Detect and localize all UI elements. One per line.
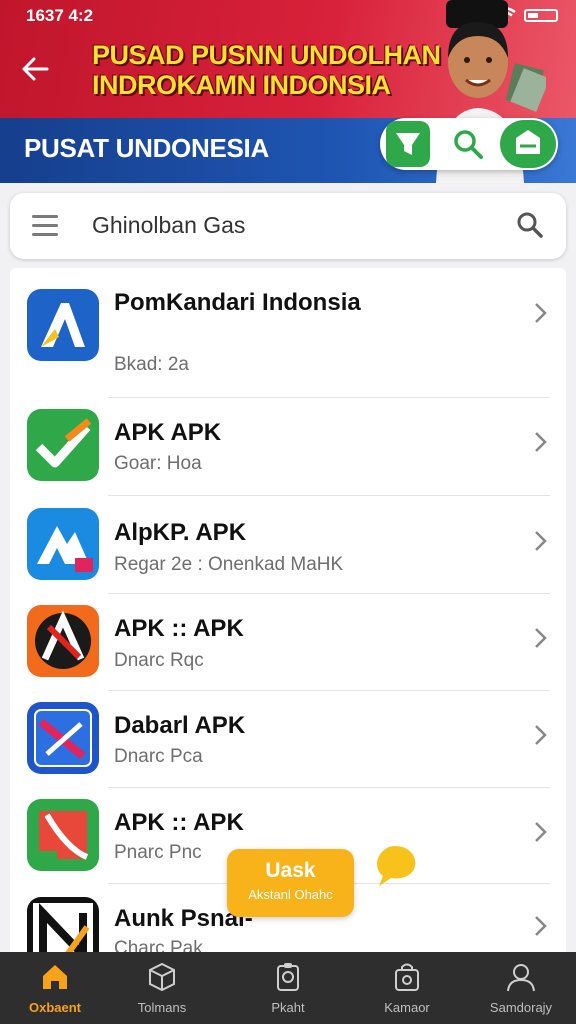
chevron-right-icon bbox=[535, 303, 547, 323]
inbox-icon[interactable] bbox=[500, 120, 556, 168]
app-title: PomKandari Indonsia bbox=[114, 289, 361, 316]
chat-bubble-icon[interactable] bbox=[371, 842, 419, 890]
green-orange-icon bbox=[27, 799, 99, 871]
chevron-right-icon bbox=[535, 916, 547, 936]
status-time: 1637 4:2 bbox=[26, 6, 94, 25]
floating-card-title: Uask bbox=[265, 859, 316, 882]
bottom-navigation: Oxbaent Tolmans Pkaht Kamaor Samdorajy bbox=[0, 952, 576, 1024]
app-subtitle: Goar: Hoa bbox=[114, 453, 202, 474]
green-check-icon bbox=[27, 409, 99, 481]
chevron-right-icon bbox=[535, 531, 547, 551]
app-subtitle: Dnarc Rqc bbox=[114, 650, 204, 671]
chevron-right-icon bbox=[535, 822, 547, 842]
chevron-right-icon bbox=[535, 725, 547, 745]
list-item[interactable]: PomKandari Indonsia Bkad: 2a bbox=[10, 268, 566, 398]
app-title: APK :: APK bbox=[114, 809, 244, 836]
search-bar[interactable]: Ghinolban Gas bbox=[10, 193, 566, 259]
app-title: AlpKP. APK bbox=[114, 519, 247, 546]
app-subtitle: Regar 2e : Onenkad MaHK bbox=[114, 554, 344, 575]
back-arrow-icon[interactable] bbox=[20, 54, 54, 88]
blue-a-logo-icon bbox=[27, 289, 99, 361]
floating-card-subtitle: Akstanl Ohahc bbox=[248, 887, 333, 902]
search-icon[interactable] bbox=[452, 128, 484, 160]
list-item[interactable]: APK APK Goar: Hoa bbox=[10, 398, 566, 496]
black-n-icon bbox=[27, 897, 99, 958]
nav-item-samdorajy[interactable]: Samdorajy bbox=[466, 952, 576, 1024]
banner-subtitle: PUSAT UNDONESIA bbox=[24, 133, 269, 163]
bag-icon bbox=[395, 963, 419, 991]
list-item[interactable]: AlpKP. APK Regar 2e : Onenkad MaHK bbox=[10, 496, 566, 594]
chevron-right-icon bbox=[535, 432, 547, 452]
nav-label: Tolmans bbox=[137, 1000, 187, 1015]
home-icon bbox=[43, 965, 67, 989]
nav-item-pkaht[interactable]: Pkaht bbox=[233, 952, 343, 1024]
app-title: APK :: APK bbox=[114, 615, 244, 642]
app-subtitle: Bkad: 2a bbox=[114, 354, 189, 375]
menu-icon[interactable] bbox=[32, 215, 58, 236]
nav-label: Oxbaent bbox=[28, 1000, 81, 1015]
search-icon[interactable] bbox=[516, 211, 544, 239]
app-subtitle: Dnarc Pca bbox=[114, 746, 203, 767]
search-input[interactable]: Ghinolban Gas bbox=[92, 212, 245, 239]
orange-a-icon bbox=[27, 605, 99, 677]
list-item[interactable]: APK :: APK Dnarc Rqc bbox=[10, 594, 566, 691]
clipboard-icon bbox=[277, 963, 299, 991]
floating-action-card[interactable]: Uask Akstanl Ohahc bbox=[227, 849, 354, 917]
app-title: APK APK bbox=[114, 419, 222, 446]
nav-item-kamaor[interactable]: Kamaor bbox=[352, 952, 462, 1024]
nav-label: Kamaor bbox=[384, 1000, 430, 1015]
app-title: Dabarl APK bbox=[114, 712, 246, 739]
cube-icon bbox=[149, 962, 175, 992]
nav-item-home[interactable]: Oxbaent bbox=[0, 952, 110, 1024]
blue-pen-icon bbox=[27, 702, 99, 774]
nav-item-tolmans[interactable]: Tolmans bbox=[107, 952, 217, 1024]
nav-label: Pkaht bbox=[271, 1000, 305, 1015]
list-item[interactable]: Dabarl APK Dnarc Pca bbox=[10, 691, 566, 788]
nav-label: Samdorajy bbox=[489, 1000, 553, 1015]
banner-title: PUSAD PUSNN UNDOLHAN INDROKAMN INDONSIA bbox=[92, 40, 441, 100]
user-icon bbox=[507, 964, 535, 992]
filter-icon[interactable] bbox=[386, 121, 430, 167]
app-header: 1637 4:2 PUSAD PUSNN UNDOLHAN INDROKAMN … bbox=[0, 0, 576, 183]
app-subtitle: Pnarc Pnc bbox=[114, 842, 202, 863]
header-action-pill bbox=[380, 118, 558, 170]
blue-mountain-icon bbox=[27, 508, 99, 580]
chevron-right-icon bbox=[535, 628, 547, 648]
